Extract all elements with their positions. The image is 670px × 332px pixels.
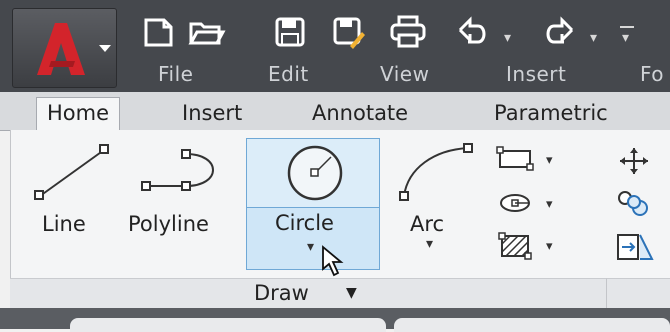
- polyline-label: Polyline: [128, 212, 209, 236]
- circle-icon: [287, 145, 343, 201]
- open-folder-icon[interactable]: [186, 12, 226, 52]
- menu-edit[interactable]: Edit: [268, 62, 309, 86]
- move-icon[interactable]: [614, 146, 654, 176]
- rectangle-icon: ▾: [496, 146, 553, 171]
- menu-insert[interactable]: Insert: [506, 62, 566, 86]
- redo-icon[interactable]: [540, 12, 580, 52]
- svg-text:▾: ▾: [546, 153, 553, 168]
- ellipse-icon: ▾: [500, 194, 553, 212]
- line-label: Line: [42, 212, 86, 236]
- draw-panel-title: Draw: [254, 281, 309, 305]
- tab-home[interactable]: Home: [36, 97, 121, 131]
- polyline-icon: [141, 149, 214, 191]
- modify-panel-footer[interactable]: [606, 278, 670, 309]
- undo-icon[interactable]: [452, 12, 492, 52]
- chevron-down-icon: [99, 45, 111, 52]
- drawing-tab-1[interactable]: [70, 318, 386, 332]
- undo-dropdown-icon[interactable]: ▾: [504, 30, 511, 46]
- mouse-cursor-icon: [322, 245, 344, 277]
- arc-label: Arc: [410, 212, 445, 236]
- save-icon[interactable]: [270, 12, 310, 52]
- chevron-down-icon: ▼: [346, 285, 357, 301]
- hatch-button[interactable]: ▾: [496, 232, 556, 260]
- svg-text:▾: ▾: [546, 197, 553, 212]
- save-as-icon[interactable]: [328, 12, 368, 52]
- tab-annotate[interactable]: Annotate: [312, 98, 408, 130]
- ellipse-button[interactable]: ▾: [496, 190, 556, 216]
- menu-file[interactable]: File: [158, 62, 193, 86]
- rectangle-button[interactable]: ▾: [496, 146, 556, 172]
- arc-dropdown-icon[interactable]: ▾: [426, 236, 433, 252]
- quick-access-toolbar: ▾ ▾ ▾ File Edit View Insert Fo: [0, 0, 670, 92]
- toolbar-divider: [620, 26, 634, 28]
- menu-view[interactable]: View: [380, 62, 429, 86]
- stretch-icon[interactable]: [614, 232, 654, 264]
- ribbon-tabs: Home Insert Annotate Parametric: [0, 92, 670, 131]
- line-icon: [34, 144, 109, 200]
- svg-text:▾: ▾: [546, 239, 553, 254]
- hatch-icon: ▾: [498, 232, 553, 260]
- drawing-tabs-bar: [0, 308, 670, 332]
- customize-toolbar-icon[interactable]: ▾: [622, 30, 629, 46]
- tab-insert[interactable]: Insert: [182, 98, 242, 130]
- menu-bar: File Edit View Insert Fo: [0, 60, 670, 88]
- draw-panel-footer[interactable]: Draw ▼: [10, 278, 606, 309]
- circle-label: Circle: [275, 211, 334, 235]
- arc-icon: [399, 143, 473, 201]
- menu-format[interactable]: Fo: [640, 62, 664, 86]
- circle-tool[interactable]: Circle ▾: [246, 138, 380, 277]
- drawing-tab-2[interactable]: [394, 318, 670, 332]
- redo-dropdown-icon[interactable]: ▾: [590, 30, 597, 46]
- tab-parametric[interactable]: Parametric: [494, 98, 608, 130]
- circle-tool-main[interactable]: [247, 139, 379, 208]
- arc-tool[interactable]: Arc ▾: [390, 140, 480, 270]
- copy-icon[interactable]: [614, 188, 654, 220]
- new-file-icon[interactable]: [138, 12, 178, 52]
- print-icon[interactable]: [388, 12, 428, 52]
- circle-dropdown-icon[interactable]: ▾: [307, 239, 314, 255]
- polyline-tool[interactable]: Polyline: [126, 140, 242, 270]
- line-tool[interactable]: Line: [30, 140, 116, 270]
